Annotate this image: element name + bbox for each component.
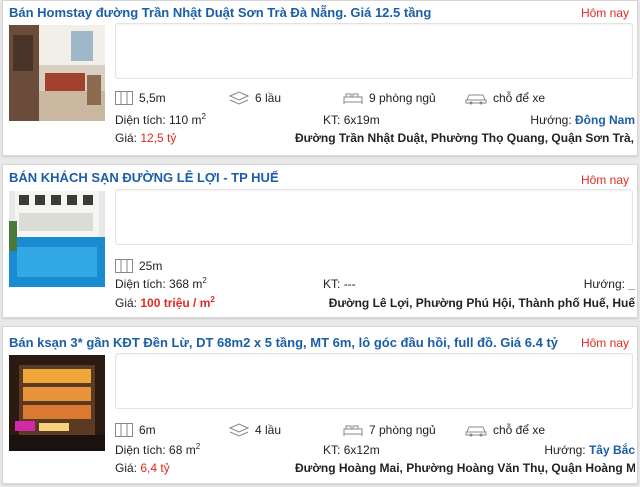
frontage-width-icon <box>115 259 133 273</box>
kt-value: 6x19m <box>343 113 380 127</box>
direction-label: Hướng: <box>544 443 586 457</box>
kt-label: KT: <box>323 443 341 457</box>
area-label: Diện tích: <box>115 113 166 127</box>
feature-width: 5,5m <box>115 91 166 105</box>
listing-features: 5,5m 6 lầu 9 phòng ngủ chỗ để xe <box>115 91 635 109</box>
listing-thumbnail[interactable] <box>9 25 105 121</box>
direction-value: Đông Nam <box>575 113 635 127</box>
listing-date: Hôm nay <box>580 173 629 187</box>
feature-width-value: 25m <box>139 259 163 273</box>
feature-parking-value: chỗ để xe <box>493 91 546 105</box>
listing-list: Bán Homstay đường Trần Nhật Duật Sơn Trà… <box>0 0 640 487</box>
price-label: Giá: <box>115 461 138 475</box>
area-value: 110 m <box>169 113 202 127</box>
listing-price-row: Giá: 12,5 tỷ Đường Trần Nhật Duật, Phườn… <box>115 131 635 147</box>
bed-icon <box>343 425 363 436</box>
feature-floors-value: 6 lầu <box>255 91 282 105</box>
feature-parking: chỗ để xe <box>465 91 545 105</box>
kt-value: 6x12m <box>343 443 380 457</box>
listing-title[interactable]: Bán ksạn 3* gần KĐT Đền Lừ, DT 68m2 x 5 … <box>9 335 569 353</box>
kt-value: --- <box>343 277 356 291</box>
feature-width: 25m <box>115 259 162 273</box>
listing-description-box <box>115 23 633 79</box>
kt-label: KT: <box>323 277 341 291</box>
listing-description-box <box>115 189 633 245</box>
direction-value: _ <box>628 277 635 291</box>
direction-label: Hướng: <box>583 277 625 291</box>
feature-parking: chỗ để xe <box>465 423 545 437</box>
area-value: 368 m <box>169 277 203 291</box>
area-value: 68 m <box>169 443 196 457</box>
area-unit-sup: 2 <box>202 276 207 285</box>
listing-thumbnail[interactable] <box>9 191 105 287</box>
price-unit-sup: 2 <box>210 295 215 304</box>
area-unit-sup: 2 <box>195 442 201 451</box>
feature-bedrooms-value: 7 phòng ngủ <box>369 423 436 437</box>
frontage-width-icon <box>115 91 133 105</box>
feature-floors: 4 lầu <box>229 423 281 437</box>
kt-label: KT: <box>323 113 341 127</box>
feature-bedrooms: 7 phòng ngủ <box>343 423 436 437</box>
listing-card[interactable]: Bán ksạn 3* gần KĐT Đền Lừ, DT 68m2 x 5 … <box>2 326 638 484</box>
price-label: Giá: <box>115 131 138 145</box>
price-label: Giá: <box>115 296 138 310</box>
feature-parking-value: chỗ để xe <box>493 423 546 437</box>
floors-stack-icon <box>229 91 249 105</box>
feature-floors: 6 lầu <box>229 91 281 105</box>
listing-card[interactable]: Bán Homstay đường Trần Nhật Duật Sơn Trà… <box>2 0 638 156</box>
feature-bedrooms: 9 phòng ngủ <box>343 91 436 105</box>
listing-title[interactable]: BÁN KHÁCH SẠN ĐƯỜNG LÊ LỢI - TP HUẾ <box>9 170 569 188</box>
listing-thumbnail[interactable] <box>9 355 105 451</box>
listing-details-row: Diện tích: 368 m2 KT: --- Hướng: _ <box>115 277 635 293</box>
floors-stack-icon <box>229 423 249 437</box>
frontage-width-icon <box>115 423 133 437</box>
feature-width-value: 6m <box>139 423 156 437</box>
price-value: 100 triệu / m <box>140 296 211 310</box>
hotel-night-facade-image <box>9 355 105 451</box>
area-unit-sup: 2 <box>201 112 206 121</box>
feature-floors-value: 4 lầu <box>255 423 282 437</box>
feature-width: 6m <box>115 423 156 437</box>
feature-bedrooms-value: 9 phòng ngủ <box>369 91 436 105</box>
direction-value: Tây Bắc <box>588 443 635 457</box>
listing-address: Đường Lê Lợi, Phường Phú Hội, Thành phố … <box>328 296 635 310</box>
area-label: Diện tích: <box>115 277 166 291</box>
listing-address: Đường Hoàng Mai, Phường Hoàng Văn Thụ, Q… <box>295 461 635 475</box>
listing-details-row: Diện tích: 110 m2 KT: 6x19m Hướng: Đông … <box>115 113 635 129</box>
listing-features: 6m 4 lầu 7 phòng ngủ chỗ để xe <box>115 423 635 441</box>
listing-description-box <box>115 353 633 409</box>
direction-label: Hướng: <box>530 113 572 127</box>
listing-price-row: Giá: 6,4 tỷ Đường Hoàng Mai, Phường Hoàn… <box>115 461 635 477</box>
listing-title[interactable]: Bán Homstay đường Trần Nhật Duật Sơn Trà… <box>9 5 569 23</box>
bed-icon <box>343 93 363 104</box>
listing-card[interactable]: BÁN KHÁCH SẠN ĐƯỜNG LÊ LỢI - TP HUẾ Hôm … <box>2 164 638 318</box>
listing-date: Hôm nay <box>580 336 629 350</box>
listing-price-row: Giá: 100 triệu / m2 Đường Lê Lợi, Phường… <box>115 296 635 312</box>
homestay-interior-image <box>9 25 105 121</box>
area-label: Diện tích: <box>115 443 166 457</box>
listing-features: 25m <box>115 259 635 277</box>
car-icon <box>465 94 487 105</box>
price-value: 6,4 tỷ <box>140 461 170 475</box>
listing-address: Đường Trần Nhật Duật, Phường Thọ Quang, … <box>295 131 635 145</box>
listing-date: Hôm nay <box>580 6 629 20</box>
hotel-pool-image <box>9 191 105 287</box>
listing-details-row: Diện tích: 68 m2 KT: 6x12m Hướng: Tây Bắ… <box>115 443 635 459</box>
feature-width-value: 5,5m <box>139 91 166 105</box>
car-icon <box>465 426 487 437</box>
price-value: 12,5 tỷ <box>140 131 177 145</box>
